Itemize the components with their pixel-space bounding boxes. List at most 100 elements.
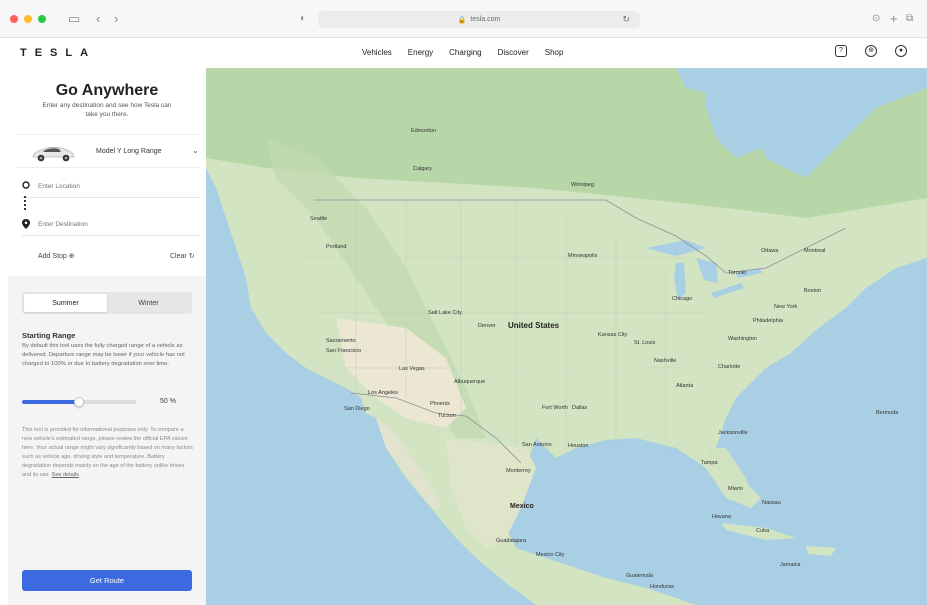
map-label-calgary: Calgary	[413, 166, 432, 172]
starting-range-description: By default this tool uses the fully char…	[22, 343, 185, 367]
help-icon[interactable]: ?	[835, 45, 847, 57]
lock-icon: 🔒	[457, 16, 467, 24]
minimize-window-button[interactable]	[24, 15, 32, 23]
page-title: Go Anywhere	[55, 82, 159, 99]
tabs-overview-icon[interactable]: ⧉	[906, 11, 913, 27]
map-view[interactable]: United States Mexico Edmonton Calgary Wi…	[206, 68, 927, 605]
clear-label: Clear	[170, 253, 187, 260]
map-label-seattle: Seattle	[310, 216, 328, 222]
reload-icon[interactable]: ↻	[622, 14, 630, 25]
url-text: tesla.com	[470, 16, 501, 23]
car-icon	[32, 146, 75, 162]
map-label-denver: Denver	[478, 323, 496, 329]
map-label-san-diego: San Diego	[344, 406, 370, 412]
map-label-phoenix: Phoenix	[430, 401, 450, 407]
privacy-shield-icon[interactable]: ◐	[300, 11, 306, 27]
see-details-link[interactable]: See details	[52, 472, 79, 478]
map-label-tucson: Tucson	[438, 413, 456, 419]
vehicle-label: Model Y Long Range	[96, 148, 162, 155]
season-toggle: Summer Winter	[22, 292, 192, 314]
season-summer-option[interactable]: Summer	[24, 294, 107, 312]
map-label-bermuda: Bermuda	[876, 410, 899, 416]
new-tab-icon[interactable]: +	[890, 11, 898, 27]
map-label-monterrey: Monterrey	[506, 468, 531, 474]
map-label-jacksonville: Jacksonville	[718, 430, 748, 436]
maximize-window-button[interactable]	[38, 15, 46, 23]
map-label-chicago: Chicago	[672, 296, 693, 302]
route-dots	[24, 196, 26, 210]
nav-discover[interactable]: Discover	[498, 48, 529, 57]
nav-vehicles[interactable]: Vehicles	[362, 48, 392, 57]
map-canvas	[206, 68, 927, 605]
map-label-kansas-city: Kansas City	[598, 332, 628, 338]
map-label-dallas: Dallas	[572, 405, 588, 411]
download-icon[interactable]: ⊙	[872, 11, 880, 27]
location-row	[22, 178, 200, 198]
close-window-button[interactable]	[10, 15, 18, 23]
starting-range-slider[interactable]	[22, 397, 136, 407]
map-label-jamaica: Jamaica	[780, 562, 801, 568]
map-label-philadelphia: Philadelphia	[753, 318, 783, 324]
map-label-nassau: Nassau	[762, 500, 781, 506]
reset-icon: ↻	[188, 253, 195, 260]
destination-pin-icon	[22, 219, 30, 229]
back-icon[interactable]: ‹	[96, 11, 100, 27]
destination-row	[22, 216, 200, 236]
vehicle-select[interactable]: Model Y Long Range ⌄	[16, 134, 200, 168]
map-label-guadalajara: Guadalajara	[496, 538, 526, 544]
map-label-havana: Havana	[712, 514, 731, 520]
map-label-mexico: Mexico	[510, 503, 534, 510]
add-stop-button[interactable]: Add Stop ⊕	[38, 252, 75, 260]
location-input[interactable]	[38, 180, 196, 192]
map-label-san-francisco: San Francisco	[326, 348, 362, 354]
sidebar-toggle-icon[interactable]: ▭	[68, 11, 80, 27]
plus-circle-icon: ⊕	[68, 253, 75, 260]
get-route-button[interactable]: Get Route	[22, 570, 192, 591]
address-bar[interactable]: 🔒 tesla.com ↻	[318, 11, 640, 28]
map-label-winnipeg: Winnipeg	[571, 182, 594, 188]
nav-charging[interactable]: Charging	[449, 48, 481, 57]
disclaimer-text: This tool is provided for informational …	[22, 426, 194, 480]
map-label-salt-lake-city: Salt Lake City	[428, 310, 462, 316]
browser-toolbar: ▭ ‹ › ◐ 🔒 tesla.com ↻ ⊙ + ⧉	[0, 0, 927, 38]
site-header: TESLA Vehicles Energy Charging Discover …	[0, 38, 927, 68]
clear-button[interactable]: Clear ↻	[170, 252, 195, 260]
globe-icon[interactable]: ⊕	[865, 45, 877, 57]
forward-icon[interactable]: ›	[114, 11, 118, 27]
starting-range-title: Starting Range	[22, 331, 76, 340]
map-label-houston: Houston	[568, 443, 589, 449]
map-label-miami: Miami	[728, 486, 743, 492]
origin-circle-icon	[22, 181, 30, 189]
season-winter-option[interactable]: Winter	[107, 294, 190, 312]
map-label-st-louis: St. Louis	[634, 340, 656, 346]
map-label-los-angeles: Los Angeles	[368, 390, 398, 396]
map-label-mexico-city: Mexico City	[536, 552, 565, 558]
window-controls	[10, 15, 46, 23]
map-label-honduras: Honduras	[650, 584, 674, 590]
map-label-las-vegas: Las Vegas	[399, 366, 425, 372]
map-label-san-antonio: San Antonio	[522, 442, 552, 448]
nav-shop[interactable]: Shop	[545, 48, 564, 57]
map-label-portland: Portland	[326, 244, 347, 250]
nav-energy[interactable]: Energy	[408, 48, 433, 57]
hispaniola	[806, 546, 836, 556]
map-label-ottawa: Ottawa	[761, 248, 779, 254]
page-subtitle: Enter any destination and see how Tesla …	[42, 102, 172, 118]
main-nav: Vehicles Energy Charging Discover Shop	[362, 48, 563, 57]
destination-input[interactable]	[38, 218, 196, 230]
trip-planner-panel: Go Anywhere Enter any destination and se…	[8, 68, 206, 605]
map-label-cuba: Cuba	[756, 528, 770, 534]
map-label-sacramento: Sacramento	[326, 338, 356, 344]
map-label-toronto: Toronto	[728, 270, 747, 276]
gulf-of-mexico	[536, 448, 706, 533]
map-label-fort-worth: Fort Worth	[542, 405, 568, 411]
tesla-logo[interactable]: TESLA	[20, 47, 96, 59]
slider-handle[interactable]	[74, 397, 84, 407]
map-label-tampa: Tampa	[701, 460, 718, 466]
slider-fill	[22, 400, 79, 404]
map-label-montreal: Montreal	[804, 248, 826, 254]
disclaimer-body: This tool is provided for informational …	[22, 427, 193, 478]
add-stop-label: Add Stop	[38, 253, 67, 260]
account-icon[interactable]: ●	[895, 45, 907, 57]
map-label-edmonton: Edmonton	[411, 128, 437, 134]
